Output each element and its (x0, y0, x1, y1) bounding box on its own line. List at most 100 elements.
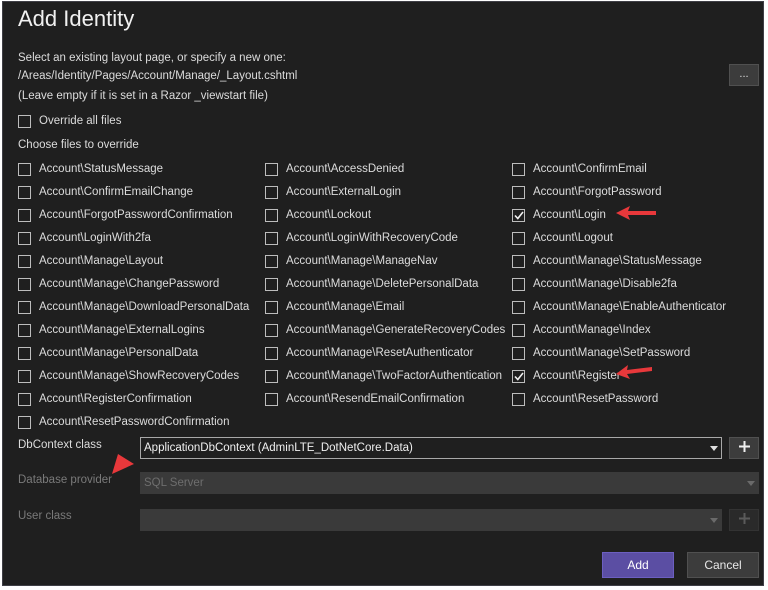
checkbox-unchecked[interactable] (512, 300, 525, 314)
checkbox-unchecked[interactable] (18, 254, 31, 268)
file-checkbox-row[interactable]: Account\Login (512, 207, 606, 223)
checkbox-unchecked[interactable] (265, 392, 278, 406)
checkbox-unchecked[interactable] (265, 277, 278, 291)
cancel-button[interactable]: Cancel (687, 552, 759, 578)
checkbox-unchecked[interactable] (18, 277, 31, 291)
checkbox-unchecked[interactable] (18, 369, 31, 383)
file-checkbox-row[interactable]: Account\Manage\Disable2fa (512, 276, 677, 292)
checkbox-unchecked[interactable] (18, 300, 31, 314)
checkbox-unchecked[interactable] (265, 231, 278, 245)
checkbox-unchecked[interactable] (265, 346, 278, 360)
file-checkbox-row[interactable]: Account\Lockout (265, 207, 371, 223)
checkbox-unchecked[interactable] (512, 323, 525, 337)
file-checkbox-row[interactable]: Account\ExternalLogin (265, 184, 401, 200)
dbprovider-select[interactable]: SQL Server (140, 472, 759, 494)
dialog-title: Add Identity (18, 6, 135, 31)
browse-button[interactable]: ... (729, 64, 759, 86)
checkbox-unchecked[interactable] (265, 300, 278, 314)
file-checkbox-row[interactable]: Account\LoginWith2fa (18, 230, 151, 246)
file-checkbox-row[interactable]: Account\Manage\EnableAuthenticator (512, 299, 726, 315)
checkbox-unchecked[interactable] (512, 162, 525, 176)
file-checkbox-row[interactable]: Account\Manage\ChangePassword (18, 276, 219, 292)
file-checkbox-row[interactable]: Account\Manage\ResetAuthenticator (265, 345, 473, 361)
file-checkbox-row[interactable]: Account\ForgotPasswordConfirmation (18, 207, 233, 223)
file-checkbox-label: Account\Lockout (286, 209, 372, 221)
checkbox-box[interactable] (18, 114, 31, 128)
file-checkbox-label: Account\Manage\EnableAuthenticator (533, 301, 727, 313)
checkbox-unchecked[interactable] (265, 369, 278, 383)
layout-hint: (Leave empty if it is set in a Razor _vi… (18, 90, 268, 102)
checkbox-unchecked[interactable] (18, 346, 31, 360)
file-checkbox-row[interactable]: Account\ConfirmEmail (512, 161, 647, 177)
checkbox-unchecked[interactable] (265, 162, 278, 176)
checkbox-unchecked[interactable] (512, 392, 525, 406)
file-checkbox-row[interactable]: Account\Logout (512, 230, 613, 246)
checkbox-unchecked[interactable] (265, 254, 278, 268)
checkbox-unchecked[interactable] (18, 323, 31, 337)
checkbox-checked[interactable] (512, 208, 525, 222)
annotation-arrow-login (616, 206, 656, 220)
checkbox-unchecked[interactable] (512, 277, 525, 291)
file-checkbox-row[interactable]: Account\Manage\Index (512, 322, 651, 338)
file-checkbox-label: Account\LoginWithRecoveryCode (286, 232, 458, 244)
file-checkbox-row[interactable]: Account\Manage\Email (265, 299, 404, 315)
add-identity-dialog: Add Identity Select an existing layout p… (2, 1, 764, 586)
file-checkbox-row[interactable]: Account\Manage\ManageNav (265, 253, 438, 269)
file-checkbox-label: Account\ExternalLogin (286, 186, 402, 198)
file-checkbox-row[interactable]: Account\Manage\Layout (18, 253, 163, 269)
file-checkbox-row[interactable]: Account\Manage\ShowRecoveryCodes (18, 368, 239, 384)
file-checkbox-row[interactable]: Account\Register (512, 368, 621, 384)
checkbox-unchecked[interactable] (265, 185, 278, 199)
file-checkbox-row[interactable]: Account\ResetPasswordConfirmation (18, 414, 229, 430)
chevron-down-icon (707, 517, 721, 523)
checkbox-unchecked[interactable] (512, 346, 525, 360)
layout-path-input[interactable]: /Areas/Identity/Pages/Account/Manage/_La… (18, 70, 297, 82)
file-checkbox-row[interactable]: Account\Manage\PersonalData (18, 345, 198, 361)
chevron-down-icon (744, 480, 758, 486)
add-button[interactable]: Add (602, 552, 674, 578)
file-checkbox-row[interactable]: Account\Manage\TwoFactorAuthentication (265, 368, 502, 384)
add-userclass-button[interactable] (729, 509, 759, 531)
checkbox-unchecked[interactable] (512, 185, 525, 199)
file-checkbox-label: Account\Manage\ResetAuthenticator (286, 347, 474, 359)
file-checkbox-row[interactable]: Account\AccessDenied (265, 161, 404, 177)
dbcontext-select[interactable]: ApplicationDbContext (AdminLTE_DotNetCor… (140, 437, 722, 459)
file-checkbox-label: Account\Manage\GenerateRecoveryCodes (286, 324, 506, 336)
file-checkbox-row[interactable]: Account\Manage\DownloadPersonalData (18, 299, 249, 315)
file-checkbox-row[interactable]: Account\Manage\SetPassword (512, 345, 690, 361)
annotation-arrow-dbcontext (112, 454, 134, 474)
file-checkbox-label: Account\Manage\ManageNav (286, 255, 438, 267)
file-checkbox-row[interactable]: Account\ResetPassword (512, 391, 658, 407)
checkbox-unchecked[interactable] (512, 231, 525, 245)
userclass-select[interactable] (140, 509, 722, 531)
file-checkbox-label: Account\ForgotPassword (533, 186, 662, 198)
file-checkbox-row[interactable]: Account\StatusMessage (18, 161, 163, 177)
file-checkbox-row[interactable]: Account\LoginWithRecoveryCode (265, 230, 458, 246)
file-checkbox-label: Account\RegisterConfirmation (39, 393, 192, 405)
file-checkbox-row[interactable]: Account\ResendEmailConfirmation (265, 391, 464, 407)
file-checkbox-row[interactable]: Account\ForgotPassword (512, 184, 661, 200)
checkbox-checked[interactable] (512, 369, 525, 383)
chevron-down-icon (707, 445, 721, 451)
file-checkbox-row[interactable]: Account\Manage\StatusMessage (512, 253, 702, 269)
checkbox-unchecked[interactable] (18, 162, 31, 176)
file-checkbox-label: Account\ConfirmEmail (533, 163, 647, 175)
add-dbcontext-button[interactable] (729, 437, 759, 459)
checkbox-unchecked[interactable] (18, 208, 31, 222)
checkbox-unchecked[interactable] (18, 231, 31, 245)
dbprovider-label: Database provider (18, 474, 112, 486)
checkbox-unchecked[interactable] (265, 323, 278, 337)
checkbox-unchecked[interactable] (18, 185, 31, 199)
file-checkbox-row[interactable]: Account\Manage\GenerateRecoveryCodes (265, 322, 505, 338)
checkbox-unchecked[interactable] (265, 208, 278, 222)
file-checkbox-label: Account\Manage\Email (286, 301, 405, 313)
file-checkbox-row[interactable]: Account\Manage\ExternalLogins (18, 322, 205, 338)
file-checkbox-row[interactable]: Account\ConfirmEmailChange (18, 184, 193, 200)
file-checkbox-row[interactable]: Account\RegisterConfirmation (18, 391, 192, 407)
override-all-checkbox[interactable]: Override all files (18, 113, 121, 129)
file-checkbox-row[interactable]: Account\Manage\DeletePersonalData (265, 276, 478, 292)
checkbox-unchecked[interactable] (18, 415, 31, 429)
checkbox-unchecked[interactable] (18, 392, 31, 406)
file-checkbox-label: Account\Manage\Layout (39, 255, 164, 267)
checkbox-unchecked[interactable] (512, 254, 525, 268)
